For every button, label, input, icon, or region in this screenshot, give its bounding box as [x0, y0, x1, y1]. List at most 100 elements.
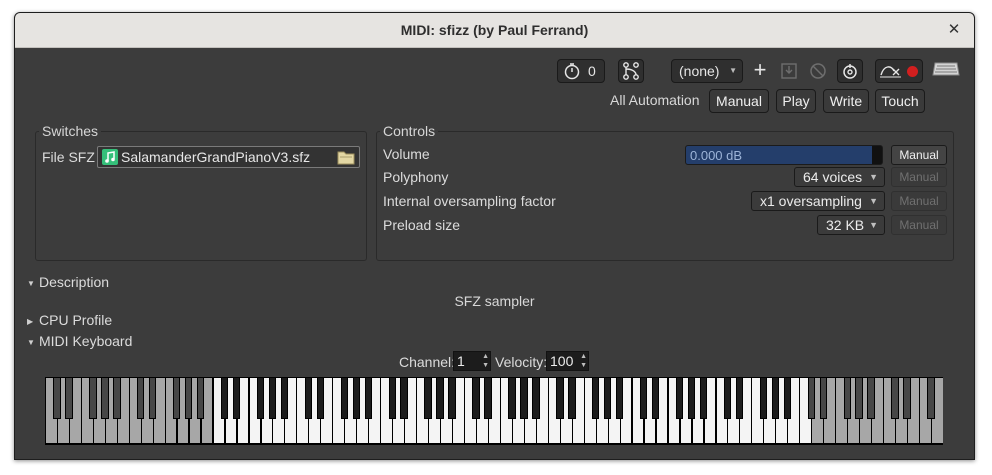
black-key[interactable] [532, 377, 540, 419]
black-key[interactable] [220, 377, 229, 419]
black-key[interactable] [184, 377, 193, 419]
preset-selector[interactable]: (none) ▼ [671, 59, 743, 83]
preload-size-dropdown[interactable]: 32 KB ▼ [817, 215, 885, 235]
black-key[interactable] [699, 377, 708, 419]
black-key[interactable] [783, 377, 792, 419]
black-key[interactable] [867, 377, 875, 419]
black-key[interactable] [819, 377, 827, 419]
black-key[interactable] [137, 377, 145, 419]
polyphony-dropdown[interactable]: 64 voices ▼ [794, 167, 885, 187]
black-key[interactable] [436, 377, 444, 419]
volume-slider[interactable]: 0.000 dB [685, 145, 883, 165]
black-key[interactable] [89, 377, 97, 419]
black-key[interactable] [843, 377, 851, 419]
midi-keyboard-expander[interactable]: ▼ MIDI Keyboard [27, 333, 132, 349]
black-key[interactable] [556, 377, 564, 419]
expanded-triangle-icon: ▼ [27, 278, 35, 288]
preload-automation-button[interactable]: Manual [891, 215, 947, 235]
black-key[interactable] [592, 377, 600, 419]
black-key[interactable] [807, 377, 815, 419]
black-key[interactable] [903, 377, 911, 419]
black-key[interactable] [172, 377, 181, 419]
pin-routing-icon [623, 62, 639, 80]
black-key[interactable] [448, 377, 456, 419]
keyboard-icon [932, 62, 960, 76]
channel-spinner[interactable]: 1 ▲ ▼ [453, 351, 491, 371]
black-key[interactable] [687, 377, 696, 419]
description-expander[interactable]: ▼ Description [27, 274, 109, 290]
automation-touch-button[interactable]: Touch [875, 89, 925, 113]
black-key[interactable] [927, 377, 935, 419]
black-key[interactable] [735, 377, 744, 419]
black-key[interactable] [723, 377, 732, 419]
black-key[interactable] [520, 377, 528, 419]
add-preset-button[interactable]: + [748, 59, 772, 83]
oversampling-dropdown[interactable]: x1 oversampling ▼ [751, 191, 885, 211]
automation-play-button[interactable]: Play [776, 89, 816, 113]
black-key[interactable] [388, 377, 396, 419]
expanded-triangle-icon: ▼ [27, 337, 35, 347]
oversampling-label: Internal oversampling factor [383, 193, 556, 209]
black-key[interactable] [268, 377, 277, 419]
velocity-spinner[interactable]: 100 ▲ ▼ [546, 351, 589, 371]
black-key[interactable] [256, 377, 265, 419]
channel-value: 1 [457, 353, 465, 369]
black-key[interactable] [675, 377, 684, 419]
window-title: MIDI: sfizz (by Paul Ferrand) [400, 22, 589, 38]
power-icon [843, 64, 857, 79]
black-key[interactable] [616, 377, 624, 419]
pin-config-button[interactable] [618, 59, 644, 83]
black-key[interactable] [280, 377, 289, 419]
black-key[interactable] [304, 377, 313, 419]
black-key[interactable] [771, 377, 780, 419]
close-icon: ✕ [947, 21, 961, 38]
save-preset-button[interactable] [777, 59, 801, 83]
black-key[interactable] [53, 377, 61, 419]
piano-keyboard[interactable] [45, 377, 943, 445]
black-key[interactable] [149, 377, 157, 419]
black-key[interactable] [855, 377, 863, 419]
black-key[interactable] [232, 377, 241, 419]
chevron-down-icon: ▼ [869, 196, 878, 206]
black-key[interactable] [568, 377, 576, 419]
record-automation-button[interactable] [875, 59, 923, 83]
spin-arrows-icon[interactable]: ▲ ▼ [482, 352, 489, 370]
latency-button[interactable]: 0 [557, 59, 605, 83]
black-key[interactable] [340, 377, 349, 419]
sfz-file-chooser[interactable]: SalamanderGrandPianoV3.sfz [97, 146, 360, 168]
close-button[interactable]: ✕ [944, 20, 964, 40]
plugin-window: MIDI: sfizz (by Paul Ferrand) ✕ 0 (none)… [14, 12, 975, 460]
black-key[interactable] [101, 377, 109, 419]
black-key[interactable] [316, 377, 325, 419]
black-key[interactable] [891, 377, 899, 419]
cpu-profile-expander[interactable]: ▶ CPU Profile [27, 312, 112, 328]
black-key[interactable] [424, 377, 432, 419]
bypass-button[interactable] [837, 59, 863, 83]
black-key[interactable] [472, 377, 480, 419]
black-key[interactable] [604, 377, 612, 419]
black-key[interactable] [639, 377, 648, 419]
black-key[interactable] [651, 377, 660, 419]
volume-label: Volume [383, 146, 430, 162]
black-key[interactable] [400, 377, 408, 419]
black-key[interactable] [65, 377, 73, 419]
automation-write-button[interactable]: Write [823, 89, 869, 113]
title-bar[interactable]: MIDI: sfizz (by Paul Ferrand) ✕ [15, 13, 974, 48]
polyphony-automation-button[interactable]: Manual [891, 167, 947, 187]
black-key[interactable] [364, 377, 372, 419]
keyboard-toggle-button[interactable] [932, 60, 960, 80]
folder-icon[interactable] [337, 149, 355, 165]
black-key[interactable] [113, 377, 121, 419]
oversampling-value: x1 oversampling [760, 193, 862, 209]
black-key[interactable] [352, 377, 361, 419]
automation-manual-button[interactable]: Manual [709, 89, 769, 113]
black-key[interactable] [196, 377, 205, 419]
spin-arrows-icon[interactable]: ▲ ▼ [580, 352, 587, 370]
description-text: SFZ sampler [454, 293, 535, 309]
black-key[interactable] [508, 377, 516, 419]
delete-preset-button[interactable] [806, 59, 830, 83]
black-key[interactable] [484, 377, 492, 419]
oversampling-automation-button[interactable]: Manual [891, 191, 947, 211]
black-key[interactable] [759, 377, 768, 419]
volume-automation-button[interactable]: Manual [891, 145, 947, 165]
